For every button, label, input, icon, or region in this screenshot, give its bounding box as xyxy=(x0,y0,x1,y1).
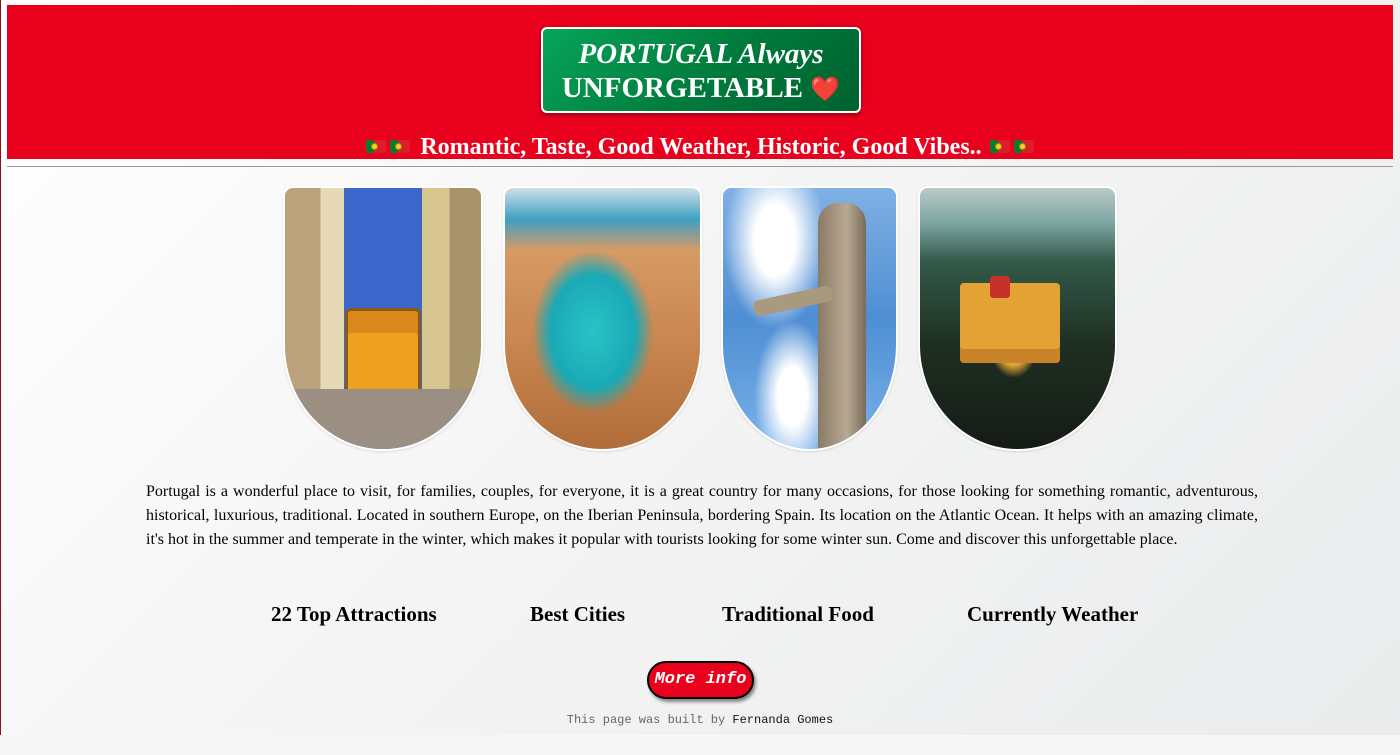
section-nav: 22 Top Attractions Best Cities Tradition… xyxy=(0,602,1400,628)
flags-left xyxy=(364,134,412,160)
photo-pena-palace xyxy=(918,186,1117,451)
footer-credit: This page was built by Fernanda Gomes xyxy=(0,712,1400,728)
more-info-button[interactable]: More info xyxy=(647,661,754,699)
portugal-flag-icon xyxy=(989,139,1010,153)
portugal-flag-icon xyxy=(1013,139,1034,153)
credit-author: Fernanda Gomes xyxy=(732,713,834,727)
title-line-2: UNFORGETABLE ❤️ xyxy=(543,71,859,107)
portugal-flag-icon xyxy=(366,139,387,153)
nav-currently-weather[interactable]: Currently Weather xyxy=(967,602,1138,626)
photo-christ-statue xyxy=(721,186,898,451)
heart-icon: ❤️ xyxy=(810,77,841,103)
photo-lisbon-tram xyxy=(283,186,483,451)
title-line-2-text: UNFORGETABLE xyxy=(561,72,804,104)
flags-right xyxy=(988,134,1036,160)
nav-top-attractions[interactable]: 22 Top Attractions xyxy=(271,602,437,626)
nav-traditional-food[interactable]: Traditional Food xyxy=(722,602,874,626)
header-divider xyxy=(7,166,1393,167)
photo-algarve-coast xyxy=(503,186,702,451)
credit-prefix: This page was built by xyxy=(566,713,726,727)
portugal-flag-icon xyxy=(390,139,411,153)
title-line-1: PORTUGAL Always xyxy=(578,38,824,70)
tagline: Romantic, Taste, Good Weather, Historic,… xyxy=(7,133,1393,161)
intro-paragraph: Portugal is a wonderful place to visit, … xyxy=(146,483,1258,548)
tagline-text: Romantic, Taste, Good Weather, Historic,… xyxy=(420,134,982,160)
nav-best-cities[interactable]: Best Cities xyxy=(530,602,625,626)
site-title: PORTUGAL Always UNFORGETABLE ❤️ xyxy=(541,27,861,113)
